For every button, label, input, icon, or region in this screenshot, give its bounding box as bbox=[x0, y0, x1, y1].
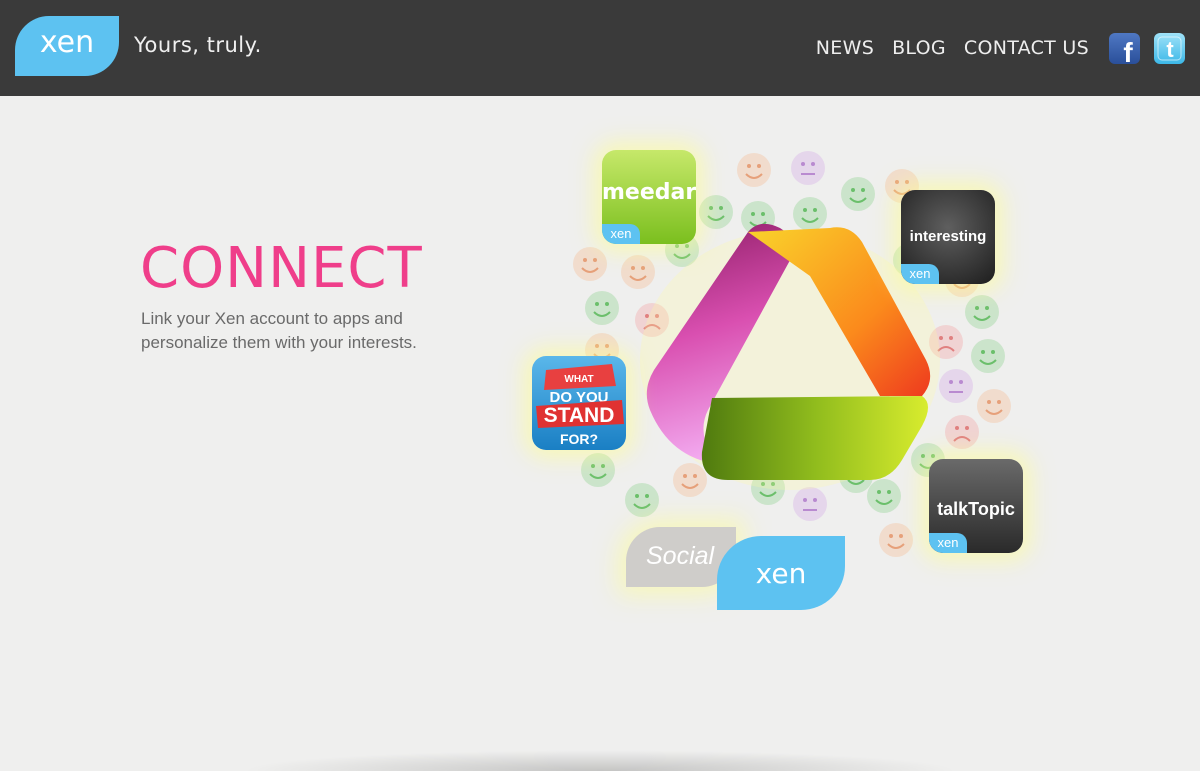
page-headline: CONNECT bbox=[140, 236, 423, 301]
interesting-app-icon[interactable]: interesting xen bbox=[901, 190, 995, 284]
stand-for-badge-icon: WHAT DO YOU STAND FOR? bbox=[536, 364, 624, 447]
talktopic-app-name: talkTopic bbox=[937, 499, 1015, 519]
meedar-app-name: meedar bbox=[602, 180, 696, 205]
svg-text:f: f bbox=[1123, 37, 1133, 64]
hero-description: Link your Xen account to apps and person… bbox=[141, 309, 417, 352]
triangle-logo-icon bbox=[640, 223, 940, 490]
top-bar: xen Yours, truly. NEWS BLOG CONTACT US f… bbox=[0, 0, 1200, 96]
talktopic-xen-badge: xen bbox=[929, 533, 967, 553]
svg-text:FOR?: FOR? bbox=[560, 431, 598, 447]
xen-logo[interactable]: xen bbox=[15, 16, 119, 76]
main-nav: NEWS BLOG CONTACT US f t bbox=[816, 0, 1200, 96]
meedar-app-icon[interactable]: meedar xen bbox=[602, 150, 696, 244]
twitter-icon[interactable]: t bbox=[1154, 32, 1185, 64]
svg-text:t: t bbox=[1166, 37, 1174, 62]
nav-contact-link[interactable]: CONTACT US bbox=[964, 37, 1089, 59]
app-illustration: meedar xen interesting xen WHAT DO YOU S… bbox=[510, 130, 1050, 630]
svg-text:WHAT: WHAT bbox=[564, 374, 593, 385]
svg-text:STAND: STAND bbox=[544, 404, 615, 427]
interesting-xen-badge: xen bbox=[901, 264, 939, 284]
nav-news-link[interactable]: NEWS bbox=[816, 37, 874, 59]
xen-leaf-label: xen bbox=[717, 536, 845, 610]
nav-blog-link[interactable]: BLOG bbox=[892, 37, 946, 59]
facebook-icon[interactable]: f bbox=[1109, 32, 1140, 64]
meedar-xen-badge: xen bbox=[602, 224, 640, 244]
interesting-app-name: interesting bbox=[909, 228, 987, 245]
talktopic-app-icon[interactable]: talkTopic xen bbox=[929, 459, 1023, 553]
footer-shadow bbox=[240, 750, 960, 771]
what-do-you-stand-for-app-icon[interactable]: WHAT DO YOU STAND FOR? bbox=[532, 356, 626, 450]
tagline: Yours, truly. bbox=[134, 33, 262, 57]
